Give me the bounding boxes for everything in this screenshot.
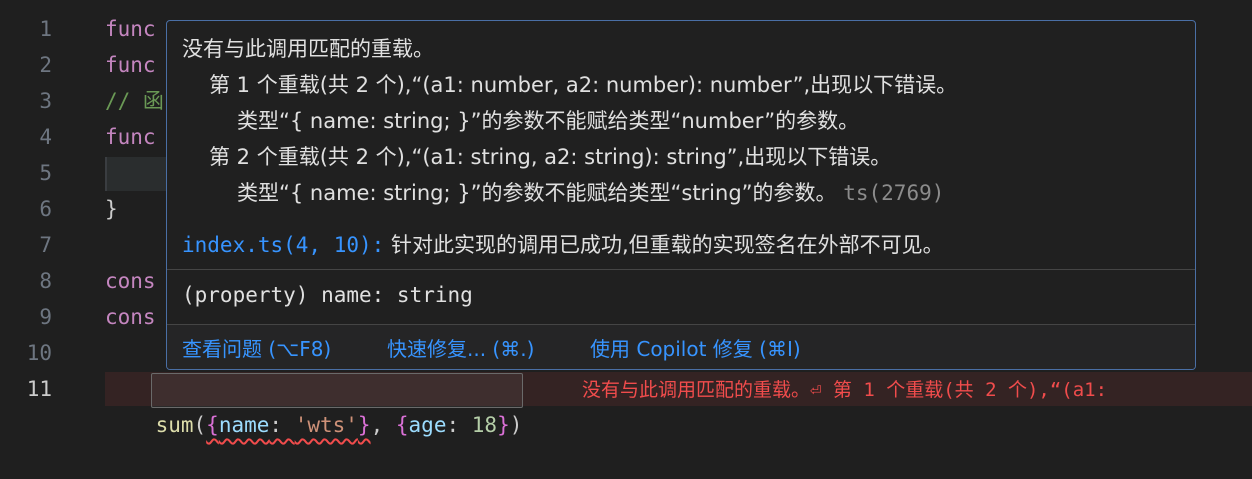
code-line-6[interactable]: } xyxy=(105,191,118,227)
colon: : xyxy=(269,413,295,437)
line-number: 2 xyxy=(39,53,52,77)
related-location-link[interactable]: index.ts(4, 10): xyxy=(182,233,384,257)
property-name: name xyxy=(218,413,270,437)
line-number: 5 xyxy=(39,161,52,185)
brace2-open: { xyxy=(395,413,409,437)
code-line-9[interactable]: cons xyxy=(105,299,156,335)
line-number: 9 xyxy=(39,305,52,329)
hover-tooltip: 没有与此调用匹配的重载。 第 1 个重载(共 2 个),“(a1: number… xyxy=(166,20,1196,370)
quick-fix-button[interactable]: 快速修复... (⌘.) xyxy=(387,333,534,362)
hover-actions-bar: 查看问题 (⌥F8) 快速修复... (⌘.) 使用 Copilot 修复 (⌘… xyxy=(167,325,1195,369)
code-editor[interactable]: 1 2 3 4 5 6 7 8 9 10 11 func func // 函 f… xyxy=(0,0,1252,437)
code-line-3-comment[interactable]: // 函 xyxy=(105,83,164,119)
divider xyxy=(167,269,1195,270)
hover-overload-2-line: 类型“{ name: string; }”的参数不能赋给类型“string”的参… xyxy=(237,177,944,207)
line-number-active: 11 xyxy=(26,377,52,401)
view-problem-button[interactable]: 查看问题 (⌥F8) xyxy=(182,333,331,362)
code-line-4[interactable]: func xyxy=(105,119,156,155)
error-code: ts(2769) xyxy=(843,181,945,205)
brace2-close: } xyxy=(497,413,510,437)
number-value: 18 xyxy=(471,413,498,437)
code-line-11[interactable]: sum({name: 'wts'}, {age: 18}) xyxy=(105,371,523,437)
brace-close: } xyxy=(357,413,371,437)
line-number: 8 xyxy=(39,269,52,293)
code-line-8[interactable]: cons xyxy=(105,263,156,299)
hover-related-info: index.ts(4, 10): 针对此实现的调用已成功,但重载的实现签名在外部… xyxy=(182,229,944,259)
hover-overload-1: 第 1 个重载(共 2 个),“(a1: number, a2: number)… xyxy=(209,73,958,97)
line-number: 3 xyxy=(39,89,52,113)
inline-error-message: 没有与此调用匹配的重载。⏎ 第 1 个重载(共 2 个),“(a1: xyxy=(582,379,1108,401)
paren-open: ( xyxy=(193,413,207,437)
line-number: 6 xyxy=(39,197,52,221)
code-line-2[interactable]: func xyxy=(105,47,156,83)
colon2: : xyxy=(446,413,472,437)
code-line-1[interactable]: func xyxy=(105,11,156,47)
line-number: 10 xyxy=(26,341,52,365)
function-call-sum[interactable]: sum xyxy=(156,413,194,437)
hover-error-title: 没有与此调用匹配的重载。 xyxy=(182,37,434,61)
error-squiggle-argument[interactable]: {name: 'wts'} xyxy=(206,413,370,437)
line-number: 7 xyxy=(39,233,52,257)
comma: , xyxy=(370,413,396,437)
related-info-text: 针对此实现的调用已成功,但重载的实现签名在外部不可见。 xyxy=(384,233,944,257)
string-value: 'wts' xyxy=(294,413,358,437)
hover-overload-1-detail: 类型“{ name: string; }”的参数不能赋给类型“number”的参… xyxy=(237,109,860,133)
brace-open: { xyxy=(206,413,219,437)
hover-signature: (property) name: string xyxy=(182,283,473,307)
hover-overload-2-detail: 类型“{ name: string; }”的参数不能赋给类型“string”的参… xyxy=(237,181,837,205)
property-age: age xyxy=(408,413,447,437)
line-number: 4 xyxy=(39,125,52,149)
hover-overload-2: 第 2 个重载(共 2 个),“(a1: string, a2: string)… xyxy=(209,145,892,169)
line-number: 1 xyxy=(39,17,52,41)
paren-close: ) xyxy=(509,413,523,437)
copilot-fix-button[interactable]: 使用 Copilot 修复 (⌘I) xyxy=(590,333,801,362)
code-line-5-selection xyxy=(105,157,167,191)
line-number-gutter: 1 2 3 4 5 6 7 8 9 10 11 xyxy=(0,0,70,418)
